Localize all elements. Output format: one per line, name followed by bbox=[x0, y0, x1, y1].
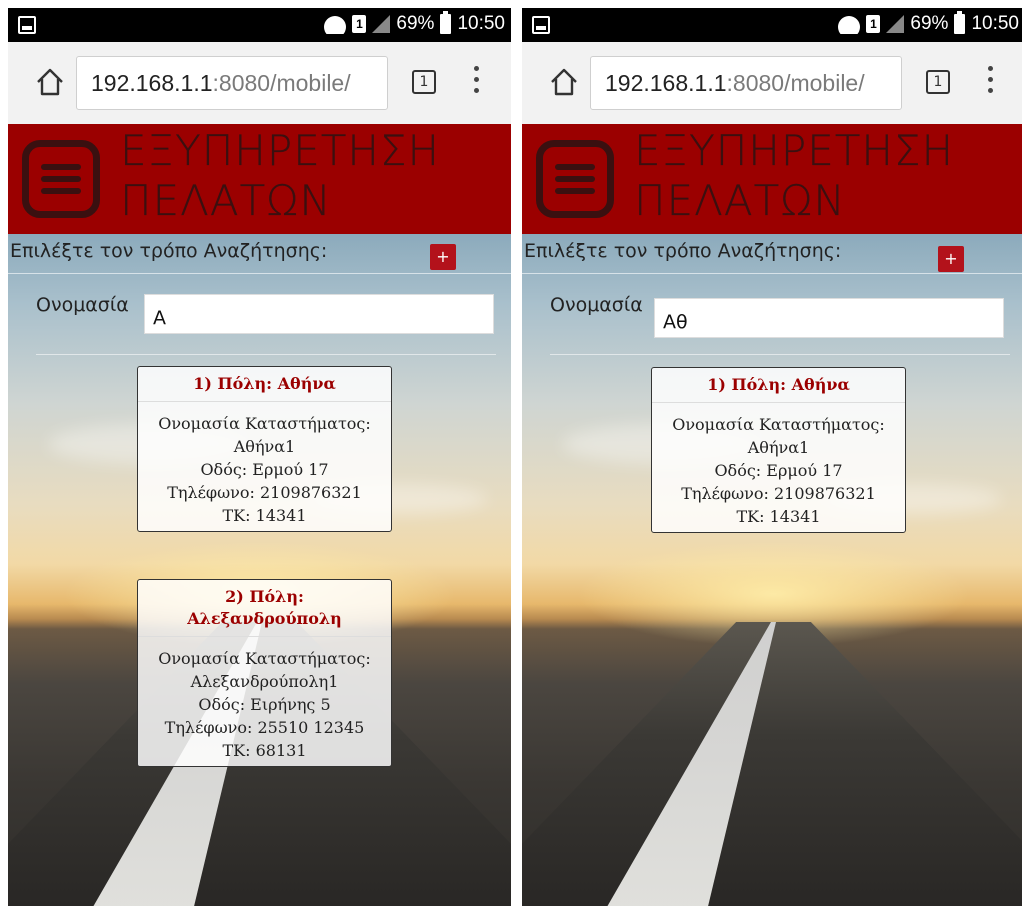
store-name: Αθήνα1 bbox=[747, 438, 810, 457]
store-postcode: ΤΚ: 68131 bbox=[222, 741, 307, 760]
name-search-input[interactable] bbox=[144, 294, 494, 334]
store-phone: Τηλέφωνο: 2109876321 bbox=[167, 483, 362, 502]
name-search-row: Ονομασία bbox=[522, 284, 1022, 344]
result-details: Ονομασία Καταστήματος: Αθήνα1 Οδός: Ερμο… bbox=[652, 403, 905, 532]
page-content: ΕΞΥΠΗΡΕΤΗΣΗ ΠΕΛΑΤΩΝ Επιλέξτε τον τρόπο Α… bbox=[522, 124, 1022, 906]
result-card: 1) Πόλη: Αθήνα Ονομασία Καταστήματος: Αθ… bbox=[651, 367, 906, 533]
store-name: Αθήνα1 bbox=[233, 437, 296, 456]
wifi-icon bbox=[324, 14, 346, 34]
battery-icon bbox=[440, 11, 452, 34]
clock: 10:50 bbox=[971, 13, 1019, 34]
store-postcode: ΤΚ: 14341 bbox=[222, 506, 307, 525]
url-bar[interactable]: 192.168.1.1:8080/mobile/ bbox=[590, 56, 902, 110]
page-title-line1: ΕΞΥΠΗΡΕΤΗΣΗ bbox=[120, 126, 441, 175]
result-details: Ονομασία Καταστήματος: Αλεξανδρούπολη1 Ο… bbox=[138, 637, 391, 766]
page-header: ΕΞΥΠΗΡΕΤΗΣΗ ΠΕΛΑΤΩΝ bbox=[8, 124, 511, 234]
browser-toolbar: 192.168.1.1:8080/mobile/ 1 bbox=[8, 42, 511, 124]
phone-screen-left: 1 69% 10:50 192.168.1.1:8080/mobile/ 1 Ε… bbox=[8, 8, 511, 906]
store-name-label: Ονομασία Καταστήματος: bbox=[158, 649, 371, 668]
url-host: 192.168.1.1 bbox=[91, 70, 213, 96]
more-menu-icon[interactable] bbox=[474, 66, 480, 96]
result-title-line1: 2) Πόλη: bbox=[225, 587, 304, 606]
page-title: ΕΞΥΠΗΡΕΤΗΣΗ ΠΕΛΑΤΩΝ bbox=[634, 126, 1014, 226]
notification-icon bbox=[532, 16, 550, 34]
home-icon[interactable] bbox=[34, 66, 66, 98]
name-label: Ονομασία bbox=[550, 294, 643, 316]
wifi-icon bbox=[838, 14, 860, 34]
result-card: 2) Πόλη: Αλεξανδρούπολη Ονομασία Καταστή… bbox=[137, 579, 392, 767]
name-label: Ονομασία bbox=[36, 294, 129, 316]
store-street: Οδός: Ειρήνης 5 bbox=[198, 695, 331, 714]
search-mode-row: Επιλέξτε τον τρόπο Αναζήτησης: + bbox=[8, 234, 511, 274]
more-menu-icon[interactable] bbox=[988, 66, 994, 96]
notification-icon bbox=[18, 16, 36, 34]
search-mode-label: Επιλέξτε τον τρόπο Αναζήτησης: bbox=[524, 240, 842, 262]
store-phone: Τηλέφωνο: 2109876321 bbox=[681, 484, 876, 503]
store-name: Αλεξανδρούπολη1 bbox=[190, 672, 339, 691]
store-phone: Τηλέφωνο: 25510 12345 bbox=[164, 718, 365, 737]
search-mode-row: Επιλέξτε τον τρόπο Αναζήτησης: + bbox=[522, 234, 1022, 274]
status-bar: 1 69% 10:50 bbox=[522, 8, 1022, 42]
url-path: :8080/mobile/ bbox=[212, 70, 351, 96]
battery-percent: 69% bbox=[396, 13, 435, 34]
store-name-label: Ονομασία Καταστήματος: bbox=[158, 414, 371, 433]
name-search-input[interactable] bbox=[654, 298, 1004, 338]
page-title-line2: ΠΕΛΑΤΩΝ bbox=[120, 176, 332, 225]
result-details: Ονομασία Καταστήματος: Αθήνα1 Οδός: Ερμο… bbox=[138, 402, 391, 531]
url-path: :8080/mobile/ bbox=[726, 70, 865, 96]
page-title-line1: ΕΞΥΠΗΡΕΤΗΣΗ bbox=[634, 126, 955, 175]
result-title-line2: Αλεξανδρούπολη bbox=[187, 609, 342, 628]
signal-icon bbox=[372, 15, 391, 33]
result-title: 2) Πόλη: Αλεξανδρούπολη bbox=[138, 580, 391, 637]
url-host: 192.168.1.1 bbox=[605, 70, 727, 96]
store-postcode: ΤΚ: 14341 bbox=[736, 507, 821, 526]
result-card: 1) Πόλη: Αθήνα Ονομασία Καταστήματος: Αθ… bbox=[137, 366, 392, 532]
tab-switcher-icon[interactable]: 1 bbox=[926, 70, 950, 94]
browser-toolbar: 192.168.1.1:8080/mobile/ 1 bbox=[522, 42, 1022, 124]
store-street: Οδός: Ερμού 17 bbox=[714, 461, 843, 480]
result-title: 1) Πόλη: Αθήνα bbox=[652, 368, 905, 403]
page-content: ΕΞΥΠΗΡΕΤΗΣΗ ΠΕΛΑΤΩΝ Επιλέξτε τον τρόπο Α… bbox=[8, 124, 511, 906]
phone-screen-right: 1 69% 10:50 192.168.1.1:8080/mobile/ 1 Ε… bbox=[522, 8, 1022, 906]
home-icon[interactable] bbox=[548, 66, 580, 98]
menu-logo-icon[interactable] bbox=[22, 140, 100, 218]
battery-percent: 69% bbox=[910, 13, 949, 34]
page-title-line2: ΠΕΛΑΤΩΝ bbox=[634, 176, 846, 225]
divider bbox=[36, 354, 496, 355]
tab-switcher-icon[interactable]: 1 bbox=[412, 70, 436, 94]
add-search-mode-button[interactable]: + bbox=[938, 246, 964, 272]
signal-icon bbox=[886, 15, 905, 33]
battery-icon bbox=[954, 11, 966, 34]
page-title: ΕΞΥΠΗΡΕΤΗΣΗ ΠΕΛΑΤΩΝ bbox=[120, 126, 500, 226]
divider bbox=[550, 354, 1010, 355]
search-mode-label: Επιλέξτε τον τρόπο Αναζήτησης: bbox=[10, 240, 328, 262]
result-title: 1) Πόλη: Αθήνα bbox=[138, 367, 391, 402]
page-header: ΕΞΥΠΗΡΕΤΗΣΗ ΠΕΛΑΤΩΝ bbox=[522, 124, 1022, 234]
menu-logo-icon[interactable] bbox=[536, 140, 614, 218]
name-search-row: Ονομασία bbox=[8, 284, 511, 344]
clock: 10:50 bbox=[457, 13, 505, 34]
sim-icon: 1 bbox=[866, 15, 881, 33]
url-bar[interactable]: 192.168.1.1:8080/mobile/ bbox=[76, 56, 388, 110]
store-name-label: Ονομασία Καταστήματος: bbox=[672, 415, 885, 434]
store-street: Οδός: Ερμού 17 bbox=[200, 460, 329, 479]
add-search-mode-button[interactable]: + bbox=[430, 244, 456, 270]
status-bar: 1 69% 10:50 bbox=[8, 8, 511, 42]
sim-icon: 1 bbox=[352, 15, 367, 33]
